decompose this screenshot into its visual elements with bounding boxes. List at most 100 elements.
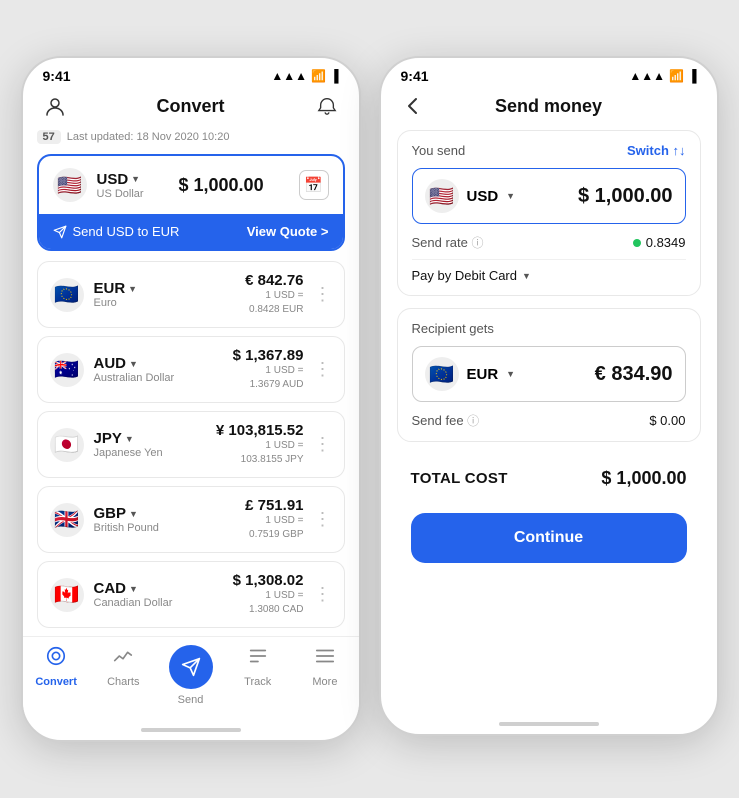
eur-menu[interactable]: ⋮ xyxy=(314,284,332,305)
cad-right: $ 1,308.02 1 USD =1.3080 CAD ⋮ xyxy=(233,572,332,617)
eur-left: 🇪🇺 EUR ▼ Euro xyxy=(50,278,138,312)
main-currency-card[interactable]: 🇺🇸 USD ▼ US Dollar $ 1,000.00 📅 xyxy=(37,154,345,251)
continue-button[interactable]: Continue xyxy=(411,513,687,563)
gbp-amounts: £ 751.91 1 USD =0.7519 GBP xyxy=(245,497,303,542)
aud-rate: 1 USD =1.3679 AUD xyxy=(233,364,304,392)
fee-label: Send fee ⓘ xyxy=(412,412,480,429)
calendar-icon[interactable]: 📅 xyxy=(299,170,329,200)
aud-flag: 🇦🇺 xyxy=(50,353,84,387)
aud-full: Australian Dollar xyxy=(94,372,175,384)
pay-method-row[interactable]: Pay by Debit Card ▼ xyxy=(412,268,686,283)
bottom-nav: Convert Charts Send Track xyxy=(23,636,359,720)
cad-flag: 🇨🇦 xyxy=(50,578,84,612)
nav-charts[interactable]: Charts xyxy=(90,645,157,706)
you-send-section: You send Switch ↑↓ 🇺🇸 USD ▼ $ 1,000.00 S… xyxy=(397,130,701,296)
page-title-right: Send money xyxy=(427,96,671,117)
sender-dropdown-arrow[interactable]: ▼ xyxy=(506,191,515,201)
charts-nav-label: Charts xyxy=(107,676,139,688)
status-bar-left: 9:41 ▲▲▲ 📶 ▐ xyxy=(23,58,359,88)
profile-icon[interactable] xyxy=(41,92,69,120)
sender-amount: $ 1,000.00 xyxy=(578,185,673,208)
eur-row[interactable]: 🇪🇺 EUR ▼ Euro € 842.76 1 USD =0.8428 EUR… xyxy=(37,261,345,328)
aud-code: AUD ▼ xyxy=(94,355,175,372)
nav-send[interactable]: Send xyxy=(157,645,224,706)
jpy-amount: ¥ 103,815.52 xyxy=(216,422,304,439)
signal-icon: ▲▲▲ xyxy=(271,69,307,83)
home-bar-left xyxy=(141,728,241,732)
time-left: 9:41 xyxy=(43,68,71,84)
eur-code: EUR ▼ xyxy=(94,280,138,297)
total-cost-section: TOTAL COST $ 1,000.00 xyxy=(397,454,701,503)
bell-icon[interactable] xyxy=(313,92,341,120)
jpy-menu[interactable]: ⋮ xyxy=(314,434,332,455)
jpy-amounts: ¥ 103,815.52 1 USD =103.8155 JPY xyxy=(216,422,304,467)
gbp-left: 🇬🇧 GBP ▼ British Pound xyxy=(50,503,159,537)
cad-left: 🇨🇦 CAD ▼ Canadian Dollar xyxy=(50,578,173,612)
switch-btn[interactable]: Switch ↑↓ xyxy=(627,143,686,158)
send-money-content: You send Switch ↑↓ 🇺🇸 USD ▼ $ 1,000.00 S… xyxy=(381,130,717,714)
jpy-left: 🇯🇵 JPY ▼ Japanese Yen xyxy=(50,428,163,462)
jpy-rate: 1 USD =103.8155 JPY xyxy=(216,439,304,467)
gbp-row[interactable]: 🇬🇧 GBP ▼ British Pound £ 751.91 1 USD =0… xyxy=(37,486,345,553)
jpy-name-block: JPY ▼ Japanese Yen xyxy=(94,430,163,459)
cad-code: CAD ▼ xyxy=(94,580,173,597)
update-text: Last updated: 18 Nov 2020 10:20 xyxy=(67,131,230,143)
usd-name-block: USD ▼ US Dollar xyxy=(97,171,144,200)
gbp-amount: £ 751.91 xyxy=(245,497,303,514)
gbp-code: GBP ▼ xyxy=(94,505,159,522)
recipient-currency-selector[interactable]: 🇪🇺 EUR ▼ xyxy=(425,357,516,391)
right-phone: 9:41 ▲▲▲ 📶 ▐ Send money You send Switch … xyxy=(379,56,719,736)
sender-currency-code: USD xyxy=(467,188,499,205)
nav-track[interactable]: Track xyxy=(224,645,291,706)
rate-info-icon[interactable]: ⓘ xyxy=(472,236,484,250)
aud-menu[interactable]: ⋮ xyxy=(314,359,332,380)
convert-content: 57 Last updated: 18 Nov 2020 10:20 🇺🇸 US… xyxy=(23,130,359,636)
battery-icon: ▐ xyxy=(330,69,339,83)
gbp-menu[interactable]: ⋮ xyxy=(314,509,332,530)
eur-rate: 1 USD =0.8428 EUR xyxy=(245,289,303,317)
signal-icon-right: ▲▲▲ xyxy=(629,69,665,83)
gbp-rate: 1 USD =0.7519 GBP xyxy=(245,514,303,542)
send-usd-label: Send USD to EUR xyxy=(53,224,180,239)
view-quote-btn[interactable]: View Quote > xyxy=(247,224,329,239)
main-currency-left: 🇺🇸 USD ▼ US Dollar xyxy=(53,168,144,202)
sender-currency-selector[interactable]: 🇺🇸 USD ▼ xyxy=(425,179,516,213)
usd-dropdown[interactable]: ▼ xyxy=(131,174,140,184)
send-amount-row[interactable]: 🇺🇸 USD ▼ $ 1,000.00 xyxy=(412,168,686,224)
nav-more[interactable]: More xyxy=(291,645,358,706)
jpy-full: Japanese Yen xyxy=(94,447,163,459)
divider xyxy=(412,259,686,260)
gbp-flag: 🇬🇧 xyxy=(50,503,84,537)
page-title-left: Convert xyxy=(69,96,313,117)
usd-code: USD ▼ xyxy=(97,171,144,188)
nav-convert[interactable]: Convert xyxy=(23,645,90,706)
you-send-label: You send xyxy=(412,143,466,158)
convert-icon xyxy=(45,645,67,673)
main-card-bottom[interactable]: Send USD to EUR View Quote > xyxy=(39,214,343,249)
aud-row[interactable]: 🇦🇺 AUD ▼ Australian Dollar $ 1,367.89 1 … xyxy=(37,336,345,403)
fee-info-icon[interactable]: ⓘ xyxy=(467,414,479,428)
cad-name-block: CAD ▼ Canadian Dollar xyxy=(94,580,173,609)
back-icon[interactable] xyxy=(399,92,427,120)
recipient-dropdown-arrow[interactable]: ▼ xyxy=(506,369,515,379)
cad-rate: 1 USD =1.3080 CAD xyxy=(233,589,304,617)
jpy-row[interactable]: 🇯🇵 JPY ▼ Japanese Yen ¥ 103,815.52 1 USD… xyxy=(37,411,345,478)
cad-amounts: $ 1,308.02 1 USD =1.3080 CAD xyxy=(233,572,304,617)
rate-label: Send rate ⓘ xyxy=(412,234,484,251)
currency-list: 🇪🇺 EUR ▼ Euro € 842.76 1 USD =0.8428 EUR… xyxy=(37,261,345,628)
charts-icon xyxy=(112,645,134,673)
recipient-amount-row[interactable]: 🇪🇺 EUR ▼ € 834.90 xyxy=(412,346,686,402)
recipient-section: Recipient gets 🇪🇺 EUR ▼ € 834.90 Send fe… xyxy=(397,308,701,442)
cad-menu[interactable]: ⋮ xyxy=(314,584,332,605)
recipient-label: Recipient gets xyxy=(412,321,686,336)
cad-row[interactable]: 🇨🇦 CAD ▼ Canadian Dollar $ 1,308.02 1 US… xyxy=(37,561,345,628)
sender-flag: 🇺🇸 xyxy=(425,179,459,213)
send-center-btn[interactable] xyxy=(169,645,213,689)
usd-flag: 🇺🇸 xyxy=(53,168,87,202)
send-rate-row: Send rate ⓘ 0.8349 xyxy=(412,234,686,251)
you-send-header: You send Switch ↑↓ xyxy=(412,143,686,158)
home-indicator-left xyxy=(23,720,359,740)
status-icons-left: ▲▲▲ 📶 ▐ xyxy=(271,69,338,83)
home-indicator-right xyxy=(381,714,717,734)
pay-method-dropdown[interactable]: ▼ xyxy=(522,271,531,281)
